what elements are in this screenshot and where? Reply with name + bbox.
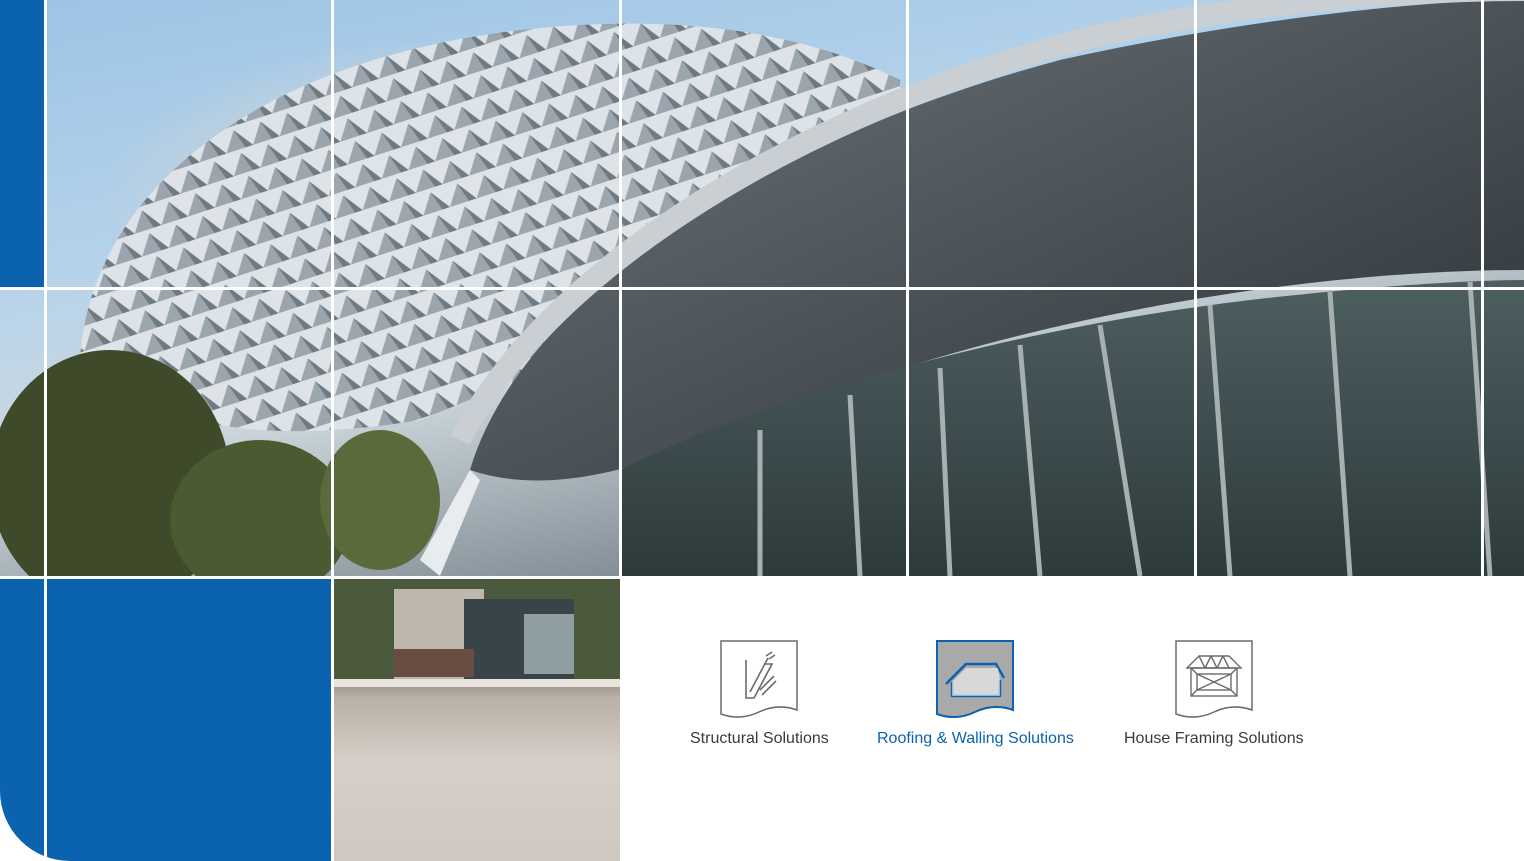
house-frame-truss-icon [1175, 640, 1253, 718]
house-framing-solutions-link[interactable]: House Framing Solutions [1124, 640, 1304, 748]
grid-line [44, 579, 47, 861]
structural-solutions-link[interactable]: Structural Solutions [690, 640, 829, 748]
plaza-illustration [334, 579, 620, 687]
roofing-walling-solutions-link[interactable]: Roofing & Walling Solutions [877, 640, 1074, 748]
brand-blue-strip [0, 0, 44, 287]
plaza-photo [334, 579, 620, 861]
cover-page: Structural Solutions Roofing & Walling S… [0, 0, 1524, 861]
roof-house-icon [936, 640, 1015, 718]
house-framing-solutions-label: House Framing Solutions [1124, 730, 1304, 747]
grid-line [0, 287, 1524, 290]
roofing-walling-solutions-label: Roofing & Walling Solutions [877, 730, 1074, 747]
brand-blue-block [0, 579, 331, 861]
structural-solutions-label: Structural Solutions [690, 730, 829, 747]
solutions-nav: Structural Solutions Roofing & Walling S… [676, 640, 1336, 760]
structural-glass-icon [720, 640, 799, 718]
hero-building-photo [0, 0, 1524, 576]
